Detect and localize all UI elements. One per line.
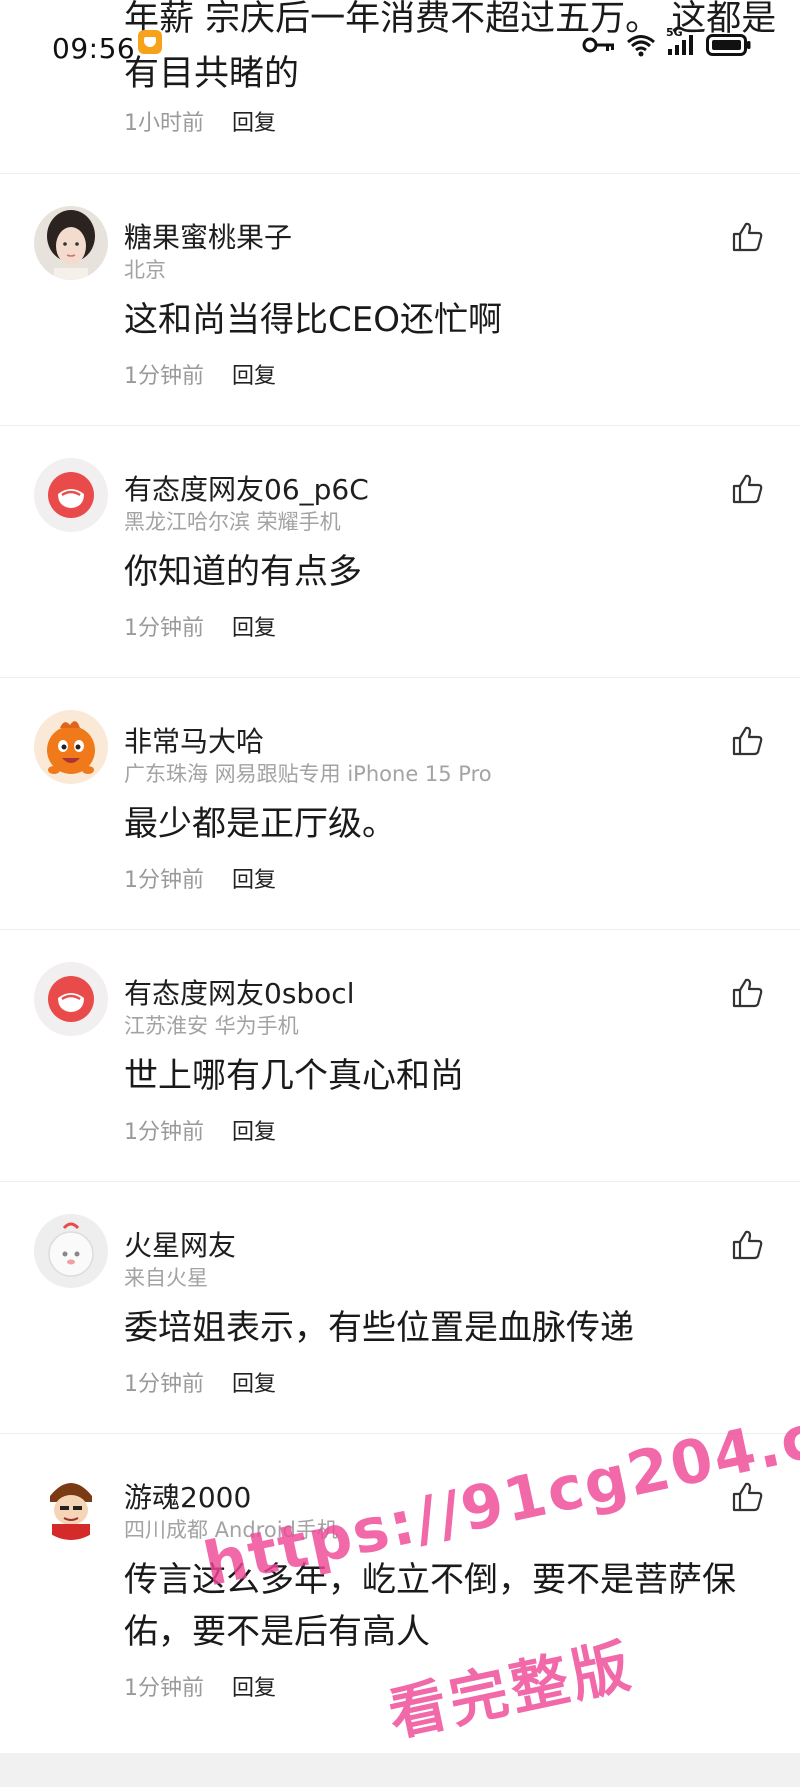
comment-time: 1分钟前: [124, 1120, 204, 1145]
username[interactable]: 游魂2000: [124, 1476, 251, 1516]
user-location: 江苏淮安 华为手机: [124, 1014, 299, 1038]
avatar[interactable]: [34, 1466, 108, 1540]
battery-icon: [706, 32, 752, 58]
comment-text: 你知道的有点多: [124, 552, 362, 592]
username[interactable]: 火星网友: [124, 1224, 236, 1264]
username[interactable]: 有态度网友0sbocl: [124, 972, 354, 1012]
signal-icon: 5G: [666, 26, 696, 58]
divider: [0, 425, 800, 426]
comment-time: 1分钟前: [124, 1372, 204, 1397]
status-bar: 09:56 5G: [0, 0, 800, 90]
user-location: 广东珠海 网易跟贴专用 iPhone 15 Pro: [124, 762, 492, 786]
user-location: 北京: [124, 258, 166, 282]
comment-text: 世上哪有几个真心和尚: [124, 1056, 464, 1096]
wifi-icon: [626, 32, 656, 58]
username[interactable]: 有态度网友06_p6C: [124, 468, 369, 508]
user-location: 黑龙江哈尔滨 荣耀手机: [124, 510, 341, 534]
divider: [0, 1181, 800, 1182]
bottom-bar: [0, 1753, 800, 1787]
reply-button[interactable]: 回复: [232, 862, 276, 894]
app-badge-icon: [138, 30, 162, 54]
divider: [0, 929, 800, 930]
reply-button[interactable]: 回复: [232, 1670, 276, 1702]
avatar[interactable]: [34, 710, 108, 784]
comment-time: 1分钟前: [124, 616, 204, 641]
comment-text: 这和尚当得比CEO还忙啊: [124, 300, 502, 340]
like-icon[interactable]: [730, 220, 764, 254]
comment-time: 1分钟前: [124, 364, 204, 389]
like-icon[interactable]: [730, 1228, 764, 1262]
comment-list-screen: 年薪 宗庆后一年消费不超过五万。 这都是有目共睹的 1小时前 回复 09:56 …: [0, 0, 800, 1787]
comment-text: 委培姐表示，有些位置是血脉传递: [124, 1308, 634, 1348]
like-icon[interactable]: [730, 472, 764, 506]
comment-meta: 1分钟前 回复: [124, 1366, 276, 1398]
comment-meta: 1分钟前 回复: [124, 1114, 276, 1146]
status-icons: 5G: [582, 26, 752, 58]
divider: [0, 677, 800, 678]
user-location: 来自火星: [124, 1266, 208, 1290]
reply-button[interactable]: 回复: [232, 1366, 276, 1398]
divider: [0, 173, 800, 174]
comment-meta: 1分钟前 回复: [124, 610, 276, 642]
comment-time: 1小时前: [124, 111, 204, 136]
reply-button[interactable]: 回复: [232, 358, 276, 390]
reply-button[interactable]: 回复: [232, 105, 276, 137]
comment-meta: 1分钟前 回复: [124, 358, 276, 390]
comment-time: 1分钟前: [124, 868, 204, 893]
avatar[interactable]: [34, 1214, 108, 1288]
comment-time: 1分钟前: [124, 1676, 204, 1701]
avatar[interactable]: [34, 206, 108, 280]
username[interactable]: 非常马大哈: [124, 720, 264, 760]
key-icon: [582, 32, 616, 58]
like-icon[interactable]: [730, 724, 764, 758]
username[interactable]: 糖果蜜桃果子: [124, 216, 292, 256]
reply-button[interactable]: 回复: [232, 1114, 276, 1146]
reply-button[interactable]: 回复: [232, 610, 276, 642]
comment-meta: 1小时前 回复: [124, 105, 276, 137]
comment-meta: 1分钟前 回复: [124, 1670, 276, 1702]
avatar[interactable]: [34, 458, 108, 532]
network-type-label: 5G: [666, 26, 683, 39]
status-time: 09:56: [52, 32, 136, 65]
like-icon[interactable]: [730, 976, 764, 1010]
comment-meta: 1分钟前 回复: [124, 862, 276, 894]
avatar[interactable]: [34, 962, 108, 1036]
comment-text: 最少都是正厅级。: [124, 804, 396, 844]
